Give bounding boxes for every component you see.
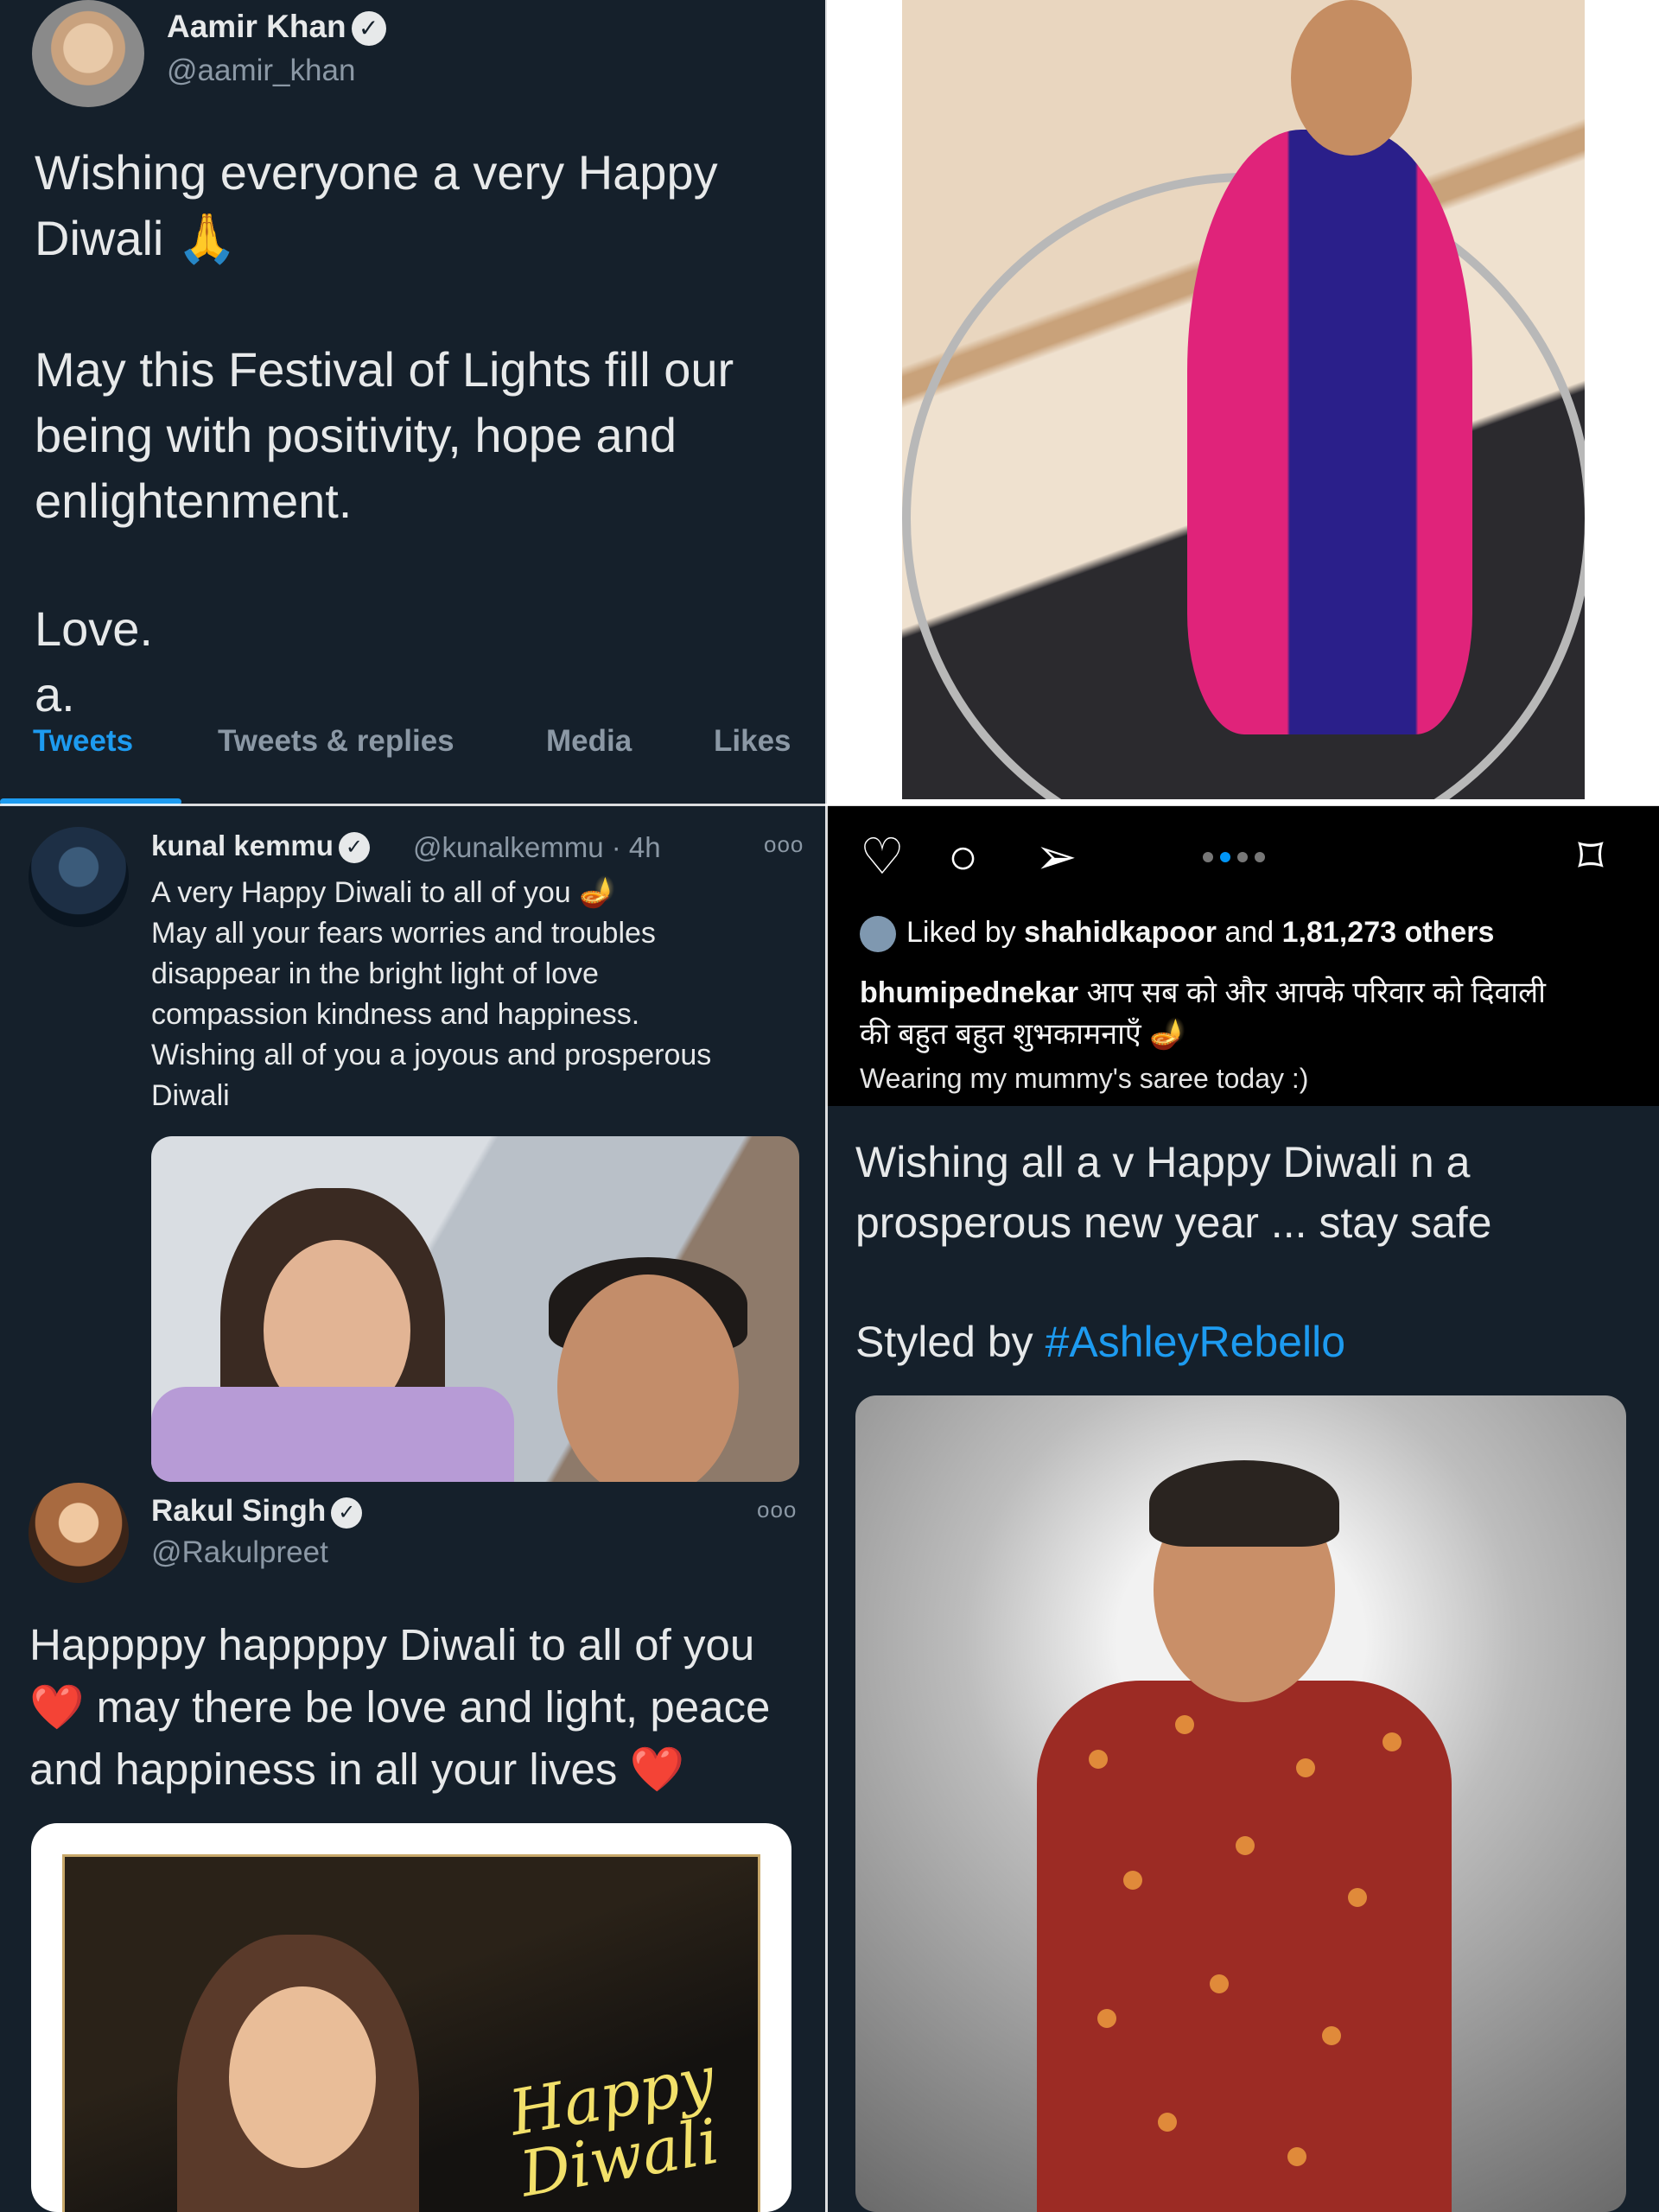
caption-username[interactable]: bhumipednekar bbox=[860, 976, 1078, 1009]
kunal-handle[interactable]: @kunalkemmu · 4h bbox=[413, 831, 661, 864]
kunal-line-1: A very Happy Diwali to all of you 🪔 bbox=[151, 876, 616, 909]
salman-line-1: Wishing all a v Happy Diwali n a bbox=[855, 1138, 1471, 1186]
aamir-tweet-line5: enlightenment. bbox=[35, 474, 353, 528]
liker-avatar bbox=[860, 916, 896, 953]
kunal-line-6: Diwali bbox=[151, 1079, 230, 1112]
salman-styled-line: Styled by #AshleyRebello bbox=[855, 1312, 1345, 1372]
liked-user[interactable]: shahidkapoor bbox=[1024, 916, 1217, 949]
heart-icon[interactable]: ♡ bbox=[860, 831, 905, 883]
aamir-handle[interactable]: @aamir_khan bbox=[167, 54, 355, 88]
aamir-tweet-line4: being with positivity, hope and bbox=[35, 408, 677, 462]
verified-badge-icon: ✓ bbox=[338, 832, 370, 864]
face-figure bbox=[1291, 0, 1412, 156]
rakul-line-2: ❤️ may there be love and light, peace bbox=[29, 1682, 771, 1732]
liked-count[interactable]: 1,81,273 others bbox=[1282, 916, 1495, 949]
rakul-name[interactable]: Rakul Singh ✓ bbox=[151, 1494, 363, 1529]
caption-hindi-1: आप सब को और आपके परिवार को दिवाली bbox=[1086, 976, 1546, 1009]
liked-prefix: Liked by bbox=[906, 916, 1016, 949]
kunal-tweet-photo[interactable] bbox=[151, 1136, 799, 1482]
comment-icon[interactable]: ○ bbox=[948, 831, 978, 883]
tab-media[interactable]: Media bbox=[546, 724, 632, 759]
bookmark-icon[interactable]: ⌑ bbox=[1578, 831, 1604, 883]
verified-badge-icon: ✓ bbox=[331, 1497, 363, 1529]
saree-figure bbox=[1187, 130, 1472, 734]
image-frame: Happy Diwali bbox=[62, 1854, 760, 2212]
salman-line-2: prosperous new year ... stay safe bbox=[855, 1198, 1492, 1247]
tab-tweets[interactable]: Tweets bbox=[33, 724, 133, 759]
rakul-handle[interactable]: @Rakulpreet bbox=[151, 1535, 328, 1570]
share-icon[interactable]: ➢ bbox=[1035, 831, 1077, 883]
kunal-line-5: Wishing all of you a joyous and prospero… bbox=[151, 1039, 712, 1071]
aamir-tweet-line2: Diwali 🙏 bbox=[35, 211, 238, 265]
tab-tweets-replies[interactable]: Tweets & replies bbox=[218, 724, 454, 759]
kunal-line-2: May all your fears worries and troubles bbox=[151, 917, 656, 950]
kunal-name[interactable]: kunal kemmu ✓ bbox=[151, 830, 370, 864]
salman-photo[interactable] bbox=[855, 1395, 1626, 2212]
rakul-diwali-image[interactable]: Happy Diwali bbox=[31, 1823, 791, 2212]
aamir-tweet-panel: Aamir Khan ✓ @aamir_khan Wishing everyone… bbox=[0, 0, 827, 805]
liked-mid: and bbox=[1224, 916, 1274, 949]
aamir-tweet-line1: Wishing everyone a very Happy bbox=[35, 145, 718, 200]
aamir-tweet-line3: May this Festival of Lights fill our bbox=[35, 342, 734, 397]
styled-prefix: Styled by bbox=[855, 1318, 1033, 1366]
rakul-name-text: Rakul Singh bbox=[151, 1494, 327, 1528]
rakul-more-icon[interactable]: ooo bbox=[757, 1497, 797, 1523]
kurta-figure bbox=[1037, 1681, 1452, 2212]
kunal-name-text: kunal kemmu bbox=[151, 830, 334, 861]
aamir-tweet-line7: a. bbox=[35, 667, 75, 721]
woman-figure-outfit bbox=[151, 1387, 514, 1482]
verified-badge-icon: ✓ bbox=[351, 11, 386, 47]
caption-line-2: Wearing my mummy's saree today :) bbox=[860, 1063, 1309, 1094]
aamir-name[interactable]: Aamir Khan ✓ bbox=[167, 9, 386, 47]
bhumi-saree-photo[interactable] bbox=[902, 0, 1585, 799]
hair-figure bbox=[1149, 1460, 1339, 1547]
liked-by-line[interactable]: Liked by shahidkapoor and 1,81,273 other… bbox=[860, 916, 1495, 953]
instagram-caption: bhumipednekar आप सब को और आपके परिवार को… bbox=[860, 972, 1637, 1055]
kunal-more-icon[interactable]: ooo bbox=[764, 831, 804, 858]
aamir-tweet-line6: Love. bbox=[35, 601, 153, 656]
hashtag-link[interactable]: #AshleyRebello bbox=[1046, 1318, 1345, 1366]
rakul-line-3: and happiness in all your lives ❤️ bbox=[29, 1745, 685, 1794]
happy-diwali-script: Happy Diwali bbox=[504, 2042, 725, 2211]
kunal-avatar[interactable] bbox=[29, 827, 129, 927]
woman-figure-face bbox=[229, 1986, 376, 2168]
kunal-line-4: compassion kindness and happiness. bbox=[151, 998, 640, 1031]
carousel-dots bbox=[1203, 851, 1272, 867]
aamir-name-text: Aamir Khan bbox=[167, 9, 346, 44]
kunal-line-3: disappear in the bright light of love bbox=[151, 957, 599, 990]
profile-tabs: Tweets Tweets & replies Media Likes bbox=[0, 724, 827, 805]
rakul-avatar[interactable] bbox=[29, 1483, 129, 1583]
rakul-line-1: Happppy happppy Diwali to all of you bbox=[29, 1620, 755, 1669]
horizontal-divider bbox=[0, 804, 1659, 806]
tab-likes[interactable]: Likes bbox=[714, 724, 791, 759]
caption-hindi-2: की बहुत बहुत शुभकामनाएँ 🪔 bbox=[860, 1018, 1186, 1051]
aamir-avatar[interactable] bbox=[32, 0, 144, 107]
vertical-divider bbox=[825, 0, 828, 2212]
